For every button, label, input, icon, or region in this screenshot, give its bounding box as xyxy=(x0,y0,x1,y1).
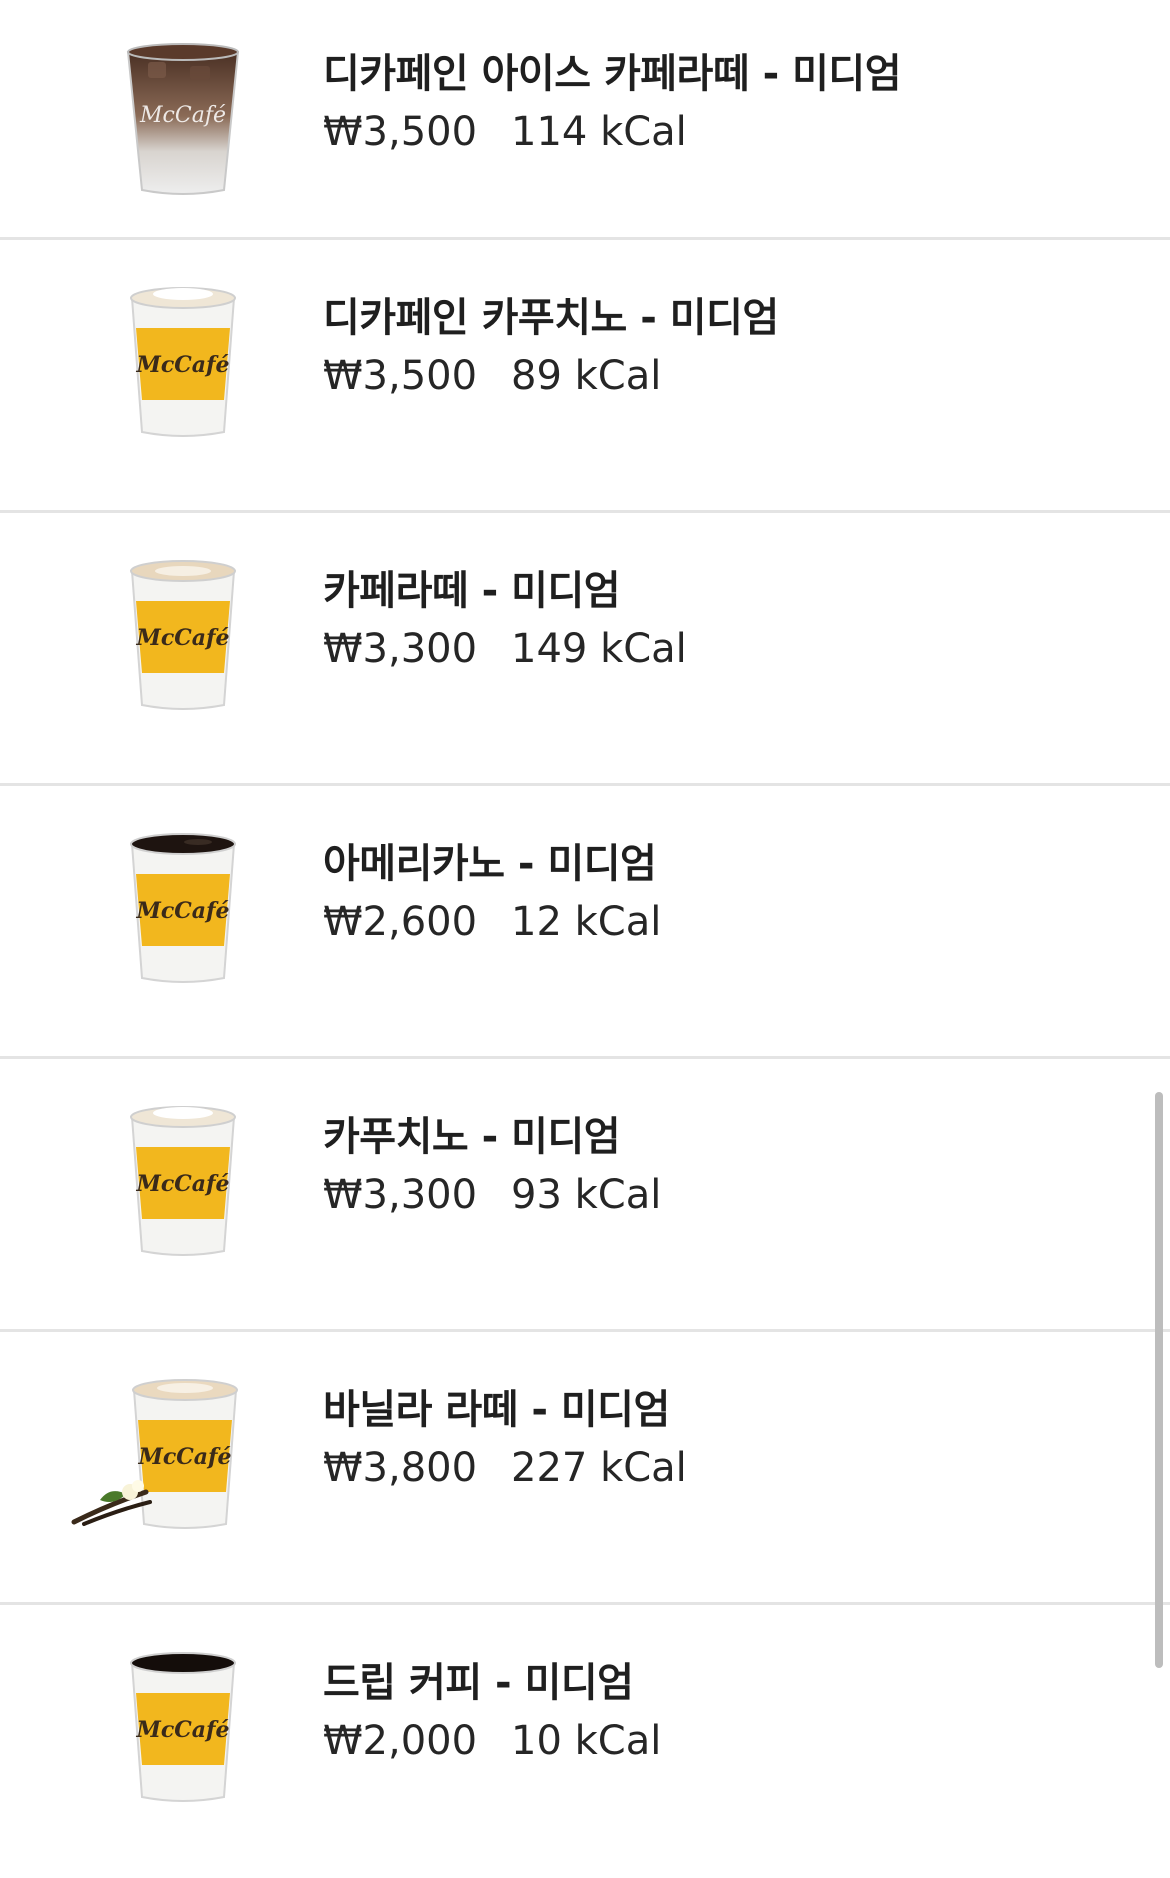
svg-text:McCafé: McCafé xyxy=(136,1171,230,1197)
item-text: 디카페인 아이스 카페라떼 - 미디엄 ₩3,500 114 kCal xyxy=(323,48,902,158)
svg-text:McCafé: McCafé xyxy=(139,103,226,128)
item-calories: 10 kCal xyxy=(511,1718,662,1764)
item-price: ₩3,300 xyxy=(323,1172,478,1218)
item-calories: 12 kCal xyxy=(511,899,662,945)
item-meta: ₩2,000 10 kCal xyxy=(323,1715,661,1767)
item-name: 디카페인 카푸치노 - 미디엄 xyxy=(323,295,779,341)
item-text: 카페라떼 - 미디엄 ₩3,300 149 kCal xyxy=(323,565,687,675)
item-name: 카페라떼 - 미디엄 xyxy=(323,568,621,614)
item-meta: ₩3,800 227 kCal xyxy=(323,1442,687,1494)
item-meta: ₩3,300 93 kCal xyxy=(323,1169,661,1221)
scrollbar[interactable] xyxy=(1155,1092,1163,1668)
menu-item[interactable]: McCafé 디카페인 아이스 카페라떼 - 미디엄 ₩3,500 114 kCa… xyxy=(0,0,1170,240)
item-price: ₩3,500 xyxy=(323,353,478,399)
menu-item[interactable]: McCafé 아메리카노 - 미디엄 ₩2,600 12 kCal xyxy=(0,786,1170,1059)
item-price: ₩2,600 xyxy=(323,899,478,945)
item-price: ₩2,000 xyxy=(323,1718,478,1764)
drip-coffee-cup-icon: McCafé xyxy=(108,1647,258,1807)
item-meta: ₩2,600 12 kCal xyxy=(323,896,661,948)
svg-text:McCafé: McCafé xyxy=(136,1717,230,1743)
latte-cup-icon: McCafé xyxy=(108,555,258,715)
item-price: ₩3,300 xyxy=(323,626,478,672)
item-calories: 89 kCal xyxy=(511,353,662,399)
item-meta: ₩3,300 149 kCal xyxy=(323,623,687,675)
item-text: 바닐라 라떼 - 미디엄 ₩3,800 227 kCal xyxy=(323,1384,687,1494)
item-text: 디카페인 카푸치노 - 미디엄 ₩3,500 89 kCal xyxy=(323,292,779,402)
svg-text:McCafé: McCafé xyxy=(136,898,230,924)
item-calories: 93 kCal xyxy=(511,1172,662,1218)
item-text: 드립 커피 - 미디엄 ₩2,000 10 kCal xyxy=(323,1657,661,1767)
iced-latte-cup-icon: McCafé xyxy=(108,40,258,200)
menu-item[interactable]: McCafé 드립 커피 - 미디엄 ₩2,000 10 kCal xyxy=(0,1605,1170,1878)
item-calories: 227 kCal xyxy=(511,1445,687,1491)
item-calories: 114 kCal xyxy=(511,109,687,155)
item-meta: ₩3,500 89 kCal xyxy=(323,350,779,402)
menu-item[interactable]: McCafé 카페라떼 - 미디엄 ₩3,300 149 kCal xyxy=(0,513,1170,786)
item-name: 드립 커피 - 미디엄 xyxy=(323,1660,634,1706)
vanilla-latte-cup-icon: McCafé xyxy=(70,1374,250,1534)
item-text: 카푸치노 - 미디엄 ₩3,300 93 kCal xyxy=(323,1111,661,1221)
menu-item[interactable]: McCafé 바닐라 라떼 - 미디엄 ₩3,800 227 kCal xyxy=(0,1332,1170,1605)
item-name: 디카페인 아이스 카페라떼 - 미디엄 xyxy=(323,51,902,97)
item-name: 카푸치노 - 미디엄 xyxy=(323,1114,621,1160)
cappuccino-cup-icon: McCafé xyxy=(108,282,258,442)
item-name: 바닐라 라떼 - 미디엄 xyxy=(323,1387,670,1433)
item-text: 아메리카노 - 미디엄 ₩2,600 12 kCal xyxy=(323,838,661,948)
item-name: 아메리카노 - 미디엄 xyxy=(323,841,657,887)
americano-cup-icon: McCafé xyxy=(108,828,258,988)
cappuccino-cup-icon: McCafé xyxy=(108,1101,258,1261)
svg-text:McCafé: McCafé xyxy=(138,1444,232,1470)
menu-item[interactable]: McCafé 카푸치노 - 미디엄 ₩3,300 93 kCal xyxy=(0,1059,1170,1332)
item-calories: 149 kCal xyxy=(511,626,687,672)
menu-item[interactable]: McCafé 디카페인 카푸치노 - 미디엄 ₩3,500 89 kCal xyxy=(0,240,1170,513)
item-meta: ₩3,500 114 kCal xyxy=(323,106,901,158)
menu-list: McCafé 디카페인 아이스 카페라떼 - 미디엄 ₩3,500 114 kCa… xyxy=(0,0,1170,1878)
item-price: ₩3,500 xyxy=(323,109,478,155)
svg-text:McCafé: McCafé xyxy=(136,625,230,651)
svg-text:McCafé: McCafé xyxy=(136,352,230,378)
item-price: ₩3,800 xyxy=(323,1445,478,1491)
